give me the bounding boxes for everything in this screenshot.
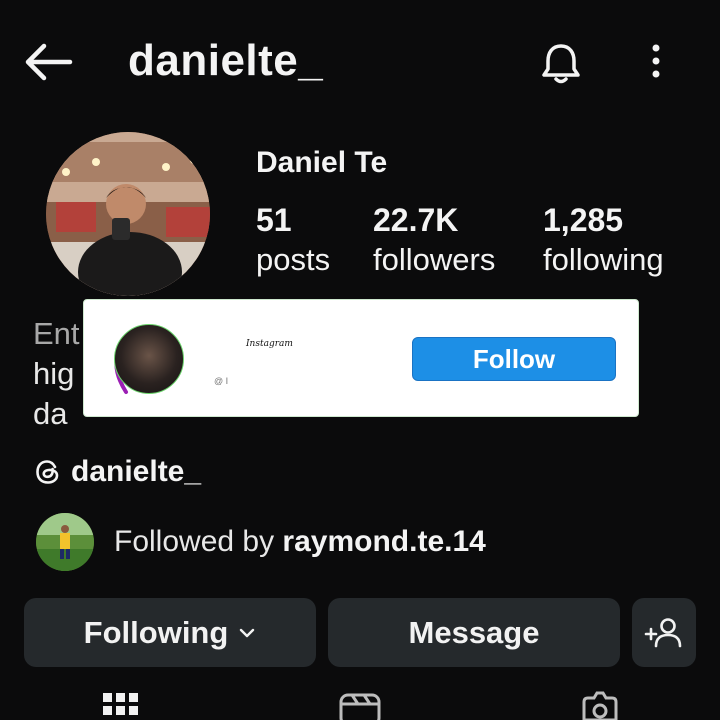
following-label: following xyxy=(543,242,664,277)
popup-follow-button[interactable]: Follow xyxy=(412,337,616,381)
tab-tagged[interactable] xyxy=(578,690,622,720)
bell-icon xyxy=(542,44,580,84)
followed-by-text: Followed by raymond.te.14 xyxy=(114,525,486,559)
posts-label: posts xyxy=(256,242,331,277)
followed-by-row[interactable]: Followed by raymond.te.14 xyxy=(36,512,486,572)
top-bar: danielte_ xyxy=(0,0,720,120)
bio-line: Ent xyxy=(33,316,80,351)
message-button[interactable]: Message xyxy=(328,598,620,667)
message-button-label: Message xyxy=(408,614,540,650)
stat-following[interactable]: 1,285 following xyxy=(543,202,664,280)
followers-label: followers xyxy=(373,242,496,277)
profile-bio: Ent hig da xyxy=(33,314,80,434)
following-count: 1,285 xyxy=(543,202,624,238)
followed-by-prefix: Followed by xyxy=(114,525,283,558)
profile-username-title: danielte_ xyxy=(128,36,324,85)
mutual-follower-photo xyxy=(36,513,94,571)
add-user-icon xyxy=(644,617,682,647)
popup-handle: @ I xyxy=(214,376,229,386)
tab-reels[interactable] xyxy=(338,690,382,720)
popup-avatar xyxy=(114,324,184,394)
stat-followers[interactable]: 22.7K followers xyxy=(373,202,495,280)
tagged-icon xyxy=(582,691,618,720)
arrow-left-icon xyxy=(25,43,73,81)
followers-count: 22.7K xyxy=(373,202,459,238)
threads-link[interactable]: danielte_ xyxy=(33,452,201,492)
notifications-button[interactable] xyxy=(536,38,586,88)
profile-photo xyxy=(46,132,210,296)
follow-popup: Instagram @ I Follow xyxy=(83,299,639,417)
threads-icon xyxy=(36,460,59,484)
bio-line: hig xyxy=(33,356,75,391)
back-button[interactable] xyxy=(22,40,74,84)
bio-line: da xyxy=(33,396,68,431)
grid-icon xyxy=(103,693,138,715)
profile-avatar[interactable] xyxy=(46,132,210,296)
followed-by-user: raymond.te.14 xyxy=(282,525,486,558)
following-button-label: Following xyxy=(83,614,229,650)
posts-count: 51 xyxy=(256,202,292,238)
mutual-follower-avatar xyxy=(36,513,94,571)
following-button[interactable]: Following xyxy=(24,598,316,667)
more-options-button[interactable] xyxy=(640,40,672,84)
suggest-users-button[interactable] xyxy=(632,598,696,667)
profile-display-name: Daniel Te xyxy=(256,146,388,179)
more-vertical-icon xyxy=(652,44,660,78)
popup-app-name: Instagram xyxy=(246,339,293,349)
reels-icon xyxy=(339,693,381,720)
threads-handle: danielte_ xyxy=(71,455,202,488)
stat-posts[interactable]: 51 posts xyxy=(256,202,330,280)
tab-grid[interactable] xyxy=(102,690,140,720)
chevron-down-icon xyxy=(240,628,255,637)
